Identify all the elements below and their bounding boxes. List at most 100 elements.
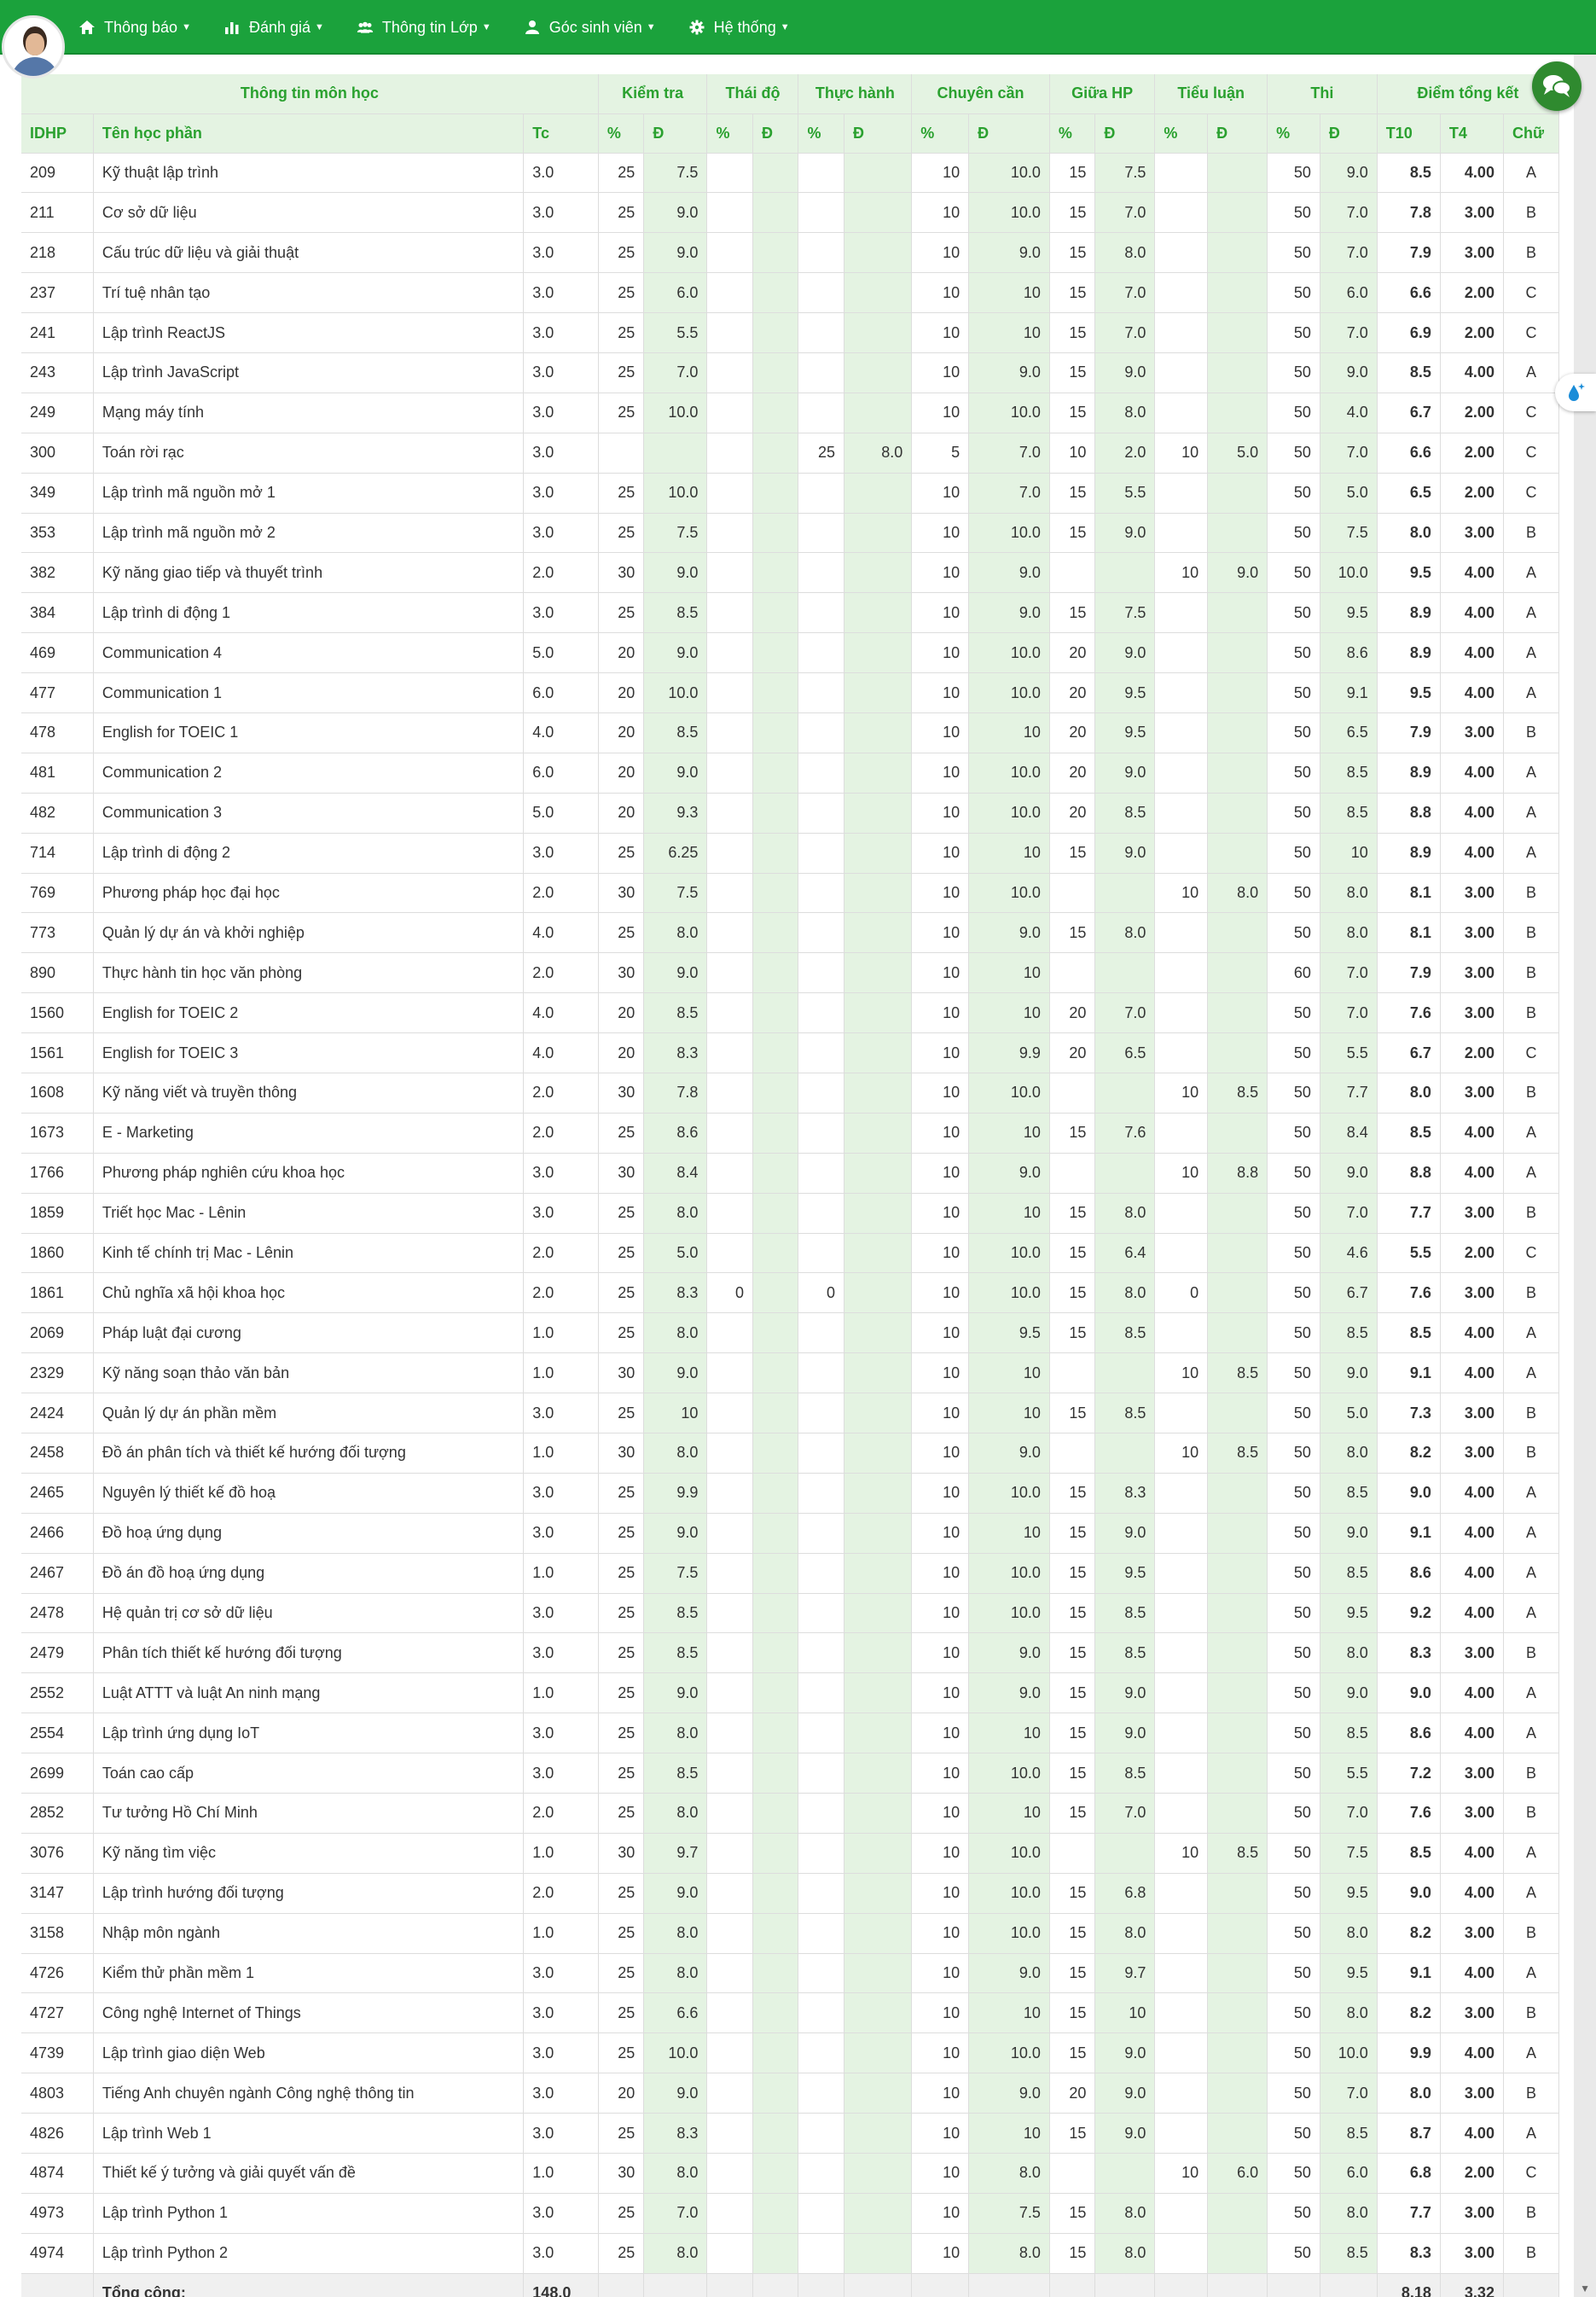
- table-row[interactable]: 2466 Đồ hoạ ứng dụng 3.0 25 9.0 10 10 15 9.0 50 9.…: [21, 1513, 1560, 1554]
- table-cell: 10: [968, 1713, 1050, 1754]
- column-header[interactable]: %: [598, 113, 645, 154]
- table-row[interactable]: 218 Cấu trúc dữ liệu và giải thuật 3.0 25 9.…: [21, 232, 1560, 274]
- table-row[interactable]: 2458 Đồ án phân tích và thiết kế hướng đố…: [21, 1433, 1560, 1474]
- table-row[interactable]: 2554 Lập trình ứng dụng IoT 3.0 25 8.0 10 10 15…: [21, 1713, 1560, 1754]
- table-cell: 8.8: [1377, 793, 1441, 834]
- table-row[interactable]: 209 Kỹ thuật lập trình 3.0 25 7.5 10 10.0 15 7.5…: [21, 153, 1560, 194]
- table-row[interactable]: 477 Communication 1 6.0 20 10.0 10 10.0 20 9.5 50…: [21, 672, 1560, 713]
- table-row[interactable]: 4874 Thiết kế ý tưởng và giải quyết vấn đ…: [21, 2153, 1560, 2194]
- column-header[interactable]: Chữ: [1503, 113, 1560, 154]
- table-row[interactable]: 4973 Lập trình Python 1 3.0 25 7.0 10 7.5 15 8.0…: [21, 2193, 1560, 2234]
- table-cell: 10: [1094, 1992, 1156, 2034]
- nav-item[interactable]: Góc sinh viên ▼: [524, 19, 656, 37]
- table-row[interactable]: 249 Mạng máy tính 3.0 25 10.0 10 10.0 15 8.0 50 4.…: [21, 393, 1560, 433]
- column-header[interactable]: %: [1049, 113, 1096, 154]
- table-row[interactable]: 714 Lập trình di động 2 3.0 25 6.25 10 10 15 9.0…: [21, 833, 1560, 874]
- table-row[interactable]: 1560 English for TOEIC 2 4.0 20 8.5 10 10 20 7.0…: [21, 992, 1560, 1034]
- chat-button[interactable]: [1532, 61, 1581, 111]
- column-header[interactable]: Đ: [968, 113, 1050, 154]
- nav-item[interactable]: Thông tin Lớp ▼: [357, 19, 491, 37]
- nav-item[interactable]: Hệ thống ▼: [688, 19, 790, 37]
- table-row[interactable]: 3158 Nhập môn ngành 1.0 25 8.0 10 10.0 15 8.0 50 8…: [21, 1913, 1560, 1954]
- table-row[interactable]: 2329 Kỹ năng soạn thảo văn bản 1.0 30 9.0 10 1…: [21, 1352, 1560, 1394]
- column-header[interactable]: %: [706, 113, 753, 154]
- table-row[interactable]: 211 Cơ sở dữ liệu 3.0 25 9.0 10 10.0 15 7.0 50 7.0…: [21, 192, 1560, 234]
- table-row[interactable]: 2852 Tư tưởng Hồ Chí Minh 2.0 25 8.0 10 10 15 7.…: [21, 1793, 1560, 1834]
- table-row[interactable]: 2552 Luật ATTT và luật An ninh mạng 1.0 25 9…: [21, 1672, 1560, 1714]
- table-cell: Trí tuệ nhân tạo: [93, 272, 525, 314]
- table-row[interactable]: 1608 Kỹ năng viết và truyền thông 2.0 30 7.8…: [21, 1073, 1560, 1114]
- table-row[interactable]: 2478 Hệ quản trị cơ sở dữ liệu 3.0 25 8.5 10 1…: [21, 1593, 1560, 1634]
- table-row[interactable]: 353 Lập trình mã nguồn mở 2 3.0 25 7.5 10 10.0…: [21, 513, 1560, 554]
- table-row[interactable]: 4826 Lập trình Web 1 3.0 25 8.3 10 10 15 9.0 50 8.…: [21, 2113, 1560, 2155]
- column-header[interactable]: %: [911, 113, 970, 154]
- table-cell: [1154, 2193, 1209, 2234]
- column-header[interactable]: Đ: [643, 113, 708, 154]
- table-row[interactable]: 2699 Toán cao cấp 3.0 25 8.5 10 10.0 15 8.5 50 5.5…: [21, 1753, 1560, 1794]
- table-cell: 4.00: [1440, 1352, 1504, 1394]
- table-row[interactable]: 1673 E - Marketing 2.0 25 8.6 10 10 15 7.6 50 8.4 8…: [21, 1113, 1560, 1154]
- table-cell: 5.0: [523, 793, 599, 834]
- table-row[interactable]: 478 English for TOEIC 1 4.0 20 8.5 10 10 20 9.5 5…: [21, 712, 1560, 753]
- table-row[interactable]: 3076 Kỹ năng tìm việc 1.0 30 9.7 10 10.0 10 8.5 5…: [21, 1833, 1560, 1874]
- table-cell: 10: [911, 992, 970, 1034]
- total-cell: 8.18: [1377, 2273, 1441, 2297]
- column-header[interactable]: Đ: [752, 113, 799, 154]
- table-row[interactable]: 241 Lập trình ReactJS 3.0 25 5.5 10 10 15 7.0 50 7…: [21, 312, 1560, 353]
- table-row[interactable]: 4727 Công nghệ Internet of Things 3.0 25 6.6…: [21, 1992, 1560, 2034]
- table-row[interactable]: 4803 Tiếng Anh chuyên ngành Công nghệ thô…: [21, 2073, 1560, 2114]
- side-widget[interactable]: [1555, 374, 1596, 411]
- table-row[interactable]: 469 Communication 4 5.0 20 9.0 10 10.0 20 9.0 50 8…: [21, 632, 1560, 674]
- table-row[interactable]: 2424 Quản lý dự án phần mềm 3.0 25 10 10 10 15 8…: [21, 1393, 1560, 1433]
- column-header[interactable]: Đ: [1207, 113, 1268, 154]
- table-row[interactable]: 1860 Kinh tế chính trị Mac - Lênin 2.0 25 5.…: [21, 1233, 1560, 1274]
- table-row[interactable]: 1561 English for TOEIC 3 4.0 20 8.3 10 9.9 20 6.…: [21, 1032, 1560, 1073]
- table-cell: 4.00: [1440, 1513, 1504, 1554]
- table-row[interactable]: 769 Phương pháp học đại học 2.0 30 7.5 10 10.0…: [21, 873, 1560, 914]
- table-row[interactable]: 349 Lập trình mã nguồn mở 1 3.0 25 10.0 10 7.0…: [21, 473, 1560, 514]
- table-cell: 10.0: [968, 1233, 1050, 1274]
- table-row[interactable]: 4726 Kiểm thử phần mềm 1 3.0 25 8.0 10 9.0 15 9.…: [21, 1953, 1560, 1994]
- table-row[interactable]: 3147 Lập trình hướng đối tượng 2.0 25 9.0 10 1…: [21, 1873, 1560, 1914]
- table-cell: 477: [21, 672, 94, 713]
- table-row[interactable]: 482 Communication 3 5.0 20 9.3 10 10.0 20 8.5 50 8…: [21, 793, 1560, 834]
- group-header: Kiểm tra: [598, 74, 708, 114]
- column-header[interactable]: Đ: [1320, 113, 1378, 154]
- table-cell: 8.2: [1377, 1992, 1441, 2034]
- column-header[interactable]: Tc: [523, 113, 599, 154]
- table-row[interactable]: 237 Trí tuệ nhân tạo 3.0 25 6.0 10 10 15 7.0 50 6.…: [21, 272, 1560, 314]
- column-header[interactable]: %: [1267, 113, 1320, 154]
- table-row[interactable]: 1859 Triết học Mac - Lênin 3.0 25 8.0 10 10 15 8…: [21, 1193, 1560, 1234]
- table-row[interactable]: 300 Toán rời rạc 3.0 25 8.0 5 7.0 10 2.0 10 5.0 50 7…: [21, 433, 1560, 474]
- table-row[interactable]: 243 Lập trình JavaScript 3.0 25 7.0 10 9.0 15 9.…: [21, 352, 1560, 393]
- table-row[interactable]: 1861 Chủ nghĩa xã hội khoa học 2.0 25 8.3 0 0 1…: [21, 1272, 1560, 1314]
- table-cell: [798, 1032, 844, 1073]
- table-row[interactable]: 2467 Đồ án đồ hoạ ứng dụng 1.0 25 7.5 10 10.0 1…: [21, 1553, 1560, 1594]
- table-row[interactable]: 2069 Pháp luật đại cương 1.0 25 8.0 10 9.5 15 8.…: [21, 1312, 1560, 1354]
- nav-item[interactable]: Đánh giá ▼: [223, 19, 324, 37]
- table-row[interactable]: 1766 Phương pháp nghiên cứu khoa học 3.0 30…: [21, 1153, 1560, 1194]
- column-header[interactable]: IDHP: [21, 113, 94, 154]
- column-header[interactable]: %: [1154, 113, 1209, 154]
- table-row[interactable]: 4974 Lập trình Python 2 3.0 25 8.0 10 8.0 15 8.0…: [21, 2233, 1560, 2274]
- table-row[interactable]: 481 Communication 2 6.0 20 9.0 10 10.0 20 9.0 50 8…: [21, 753, 1560, 794]
- avatar[interactable]: [2, 15, 65, 79]
- column-header[interactable]: Đ: [1094, 113, 1156, 154]
- column-header[interactable]: %: [798, 113, 844, 154]
- column-header[interactable]: T4: [1440, 113, 1504, 154]
- column-header[interactable]: Tên học phần: [93, 113, 525, 154]
- table-cell: 10.0: [968, 513, 1050, 554]
- column-header[interactable]: Đ: [844, 113, 913, 154]
- scroll-down-arrow-icon[interactable]: ▼: [1580, 2282, 1590, 2294]
- nav-item[interactable]: Thông báo ▼: [78, 19, 191, 37]
- table-cell: [752, 1113, 799, 1154]
- table-row[interactable]: 384 Lập trình di động 1 3.0 25 8.5 10 9.0 15 7.5…: [21, 592, 1560, 634]
- table-row[interactable]: 2465 Nguyên lý thiết kế đồ hoạ 3.0 25 9.9 10 1…: [21, 1473, 1560, 1514]
- table-row[interactable]: 382 Kỹ năng giao tiếp và thuyết trình 2.0 3…: [21, 552, 1560, 594]
- table-row[interactable]: 2479 Phân tích thiết kế hướng đối tượng 3.…: [21, 1632, 1560, 1674]
- table-row[interactable]: 890 Thực hành tin học văn phòng 2.0 30 9.0 10…: [21, 952, 1560, 994]
- table-row[interactable]: 4739 Lập trình giao diện Web 3.0 25 10.0 10 10…: [21, 2032, 1560, 2074]
- total-cell: [752, 2273, 799, 2297]
- column-header[interactable]: T10: [1377, 113, 1441, 154]
- table-row[interactable]: 773 Quản lý dự án và khởi nghiệp 4.0 25 8.0 1…: [21, 912, 1560, 954]
